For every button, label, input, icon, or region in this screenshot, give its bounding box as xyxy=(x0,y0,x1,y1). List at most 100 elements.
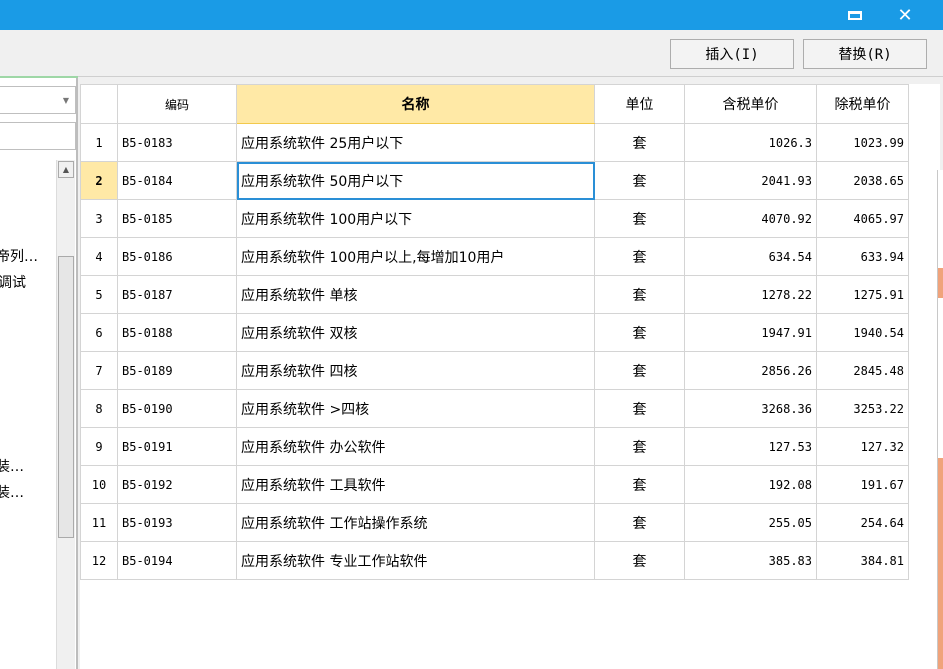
item-code-cell[interactable]: B5-0191 xyxy=(117,427,237,466)
table-row[interactable]: 5 B5-0187 应用系统软件 单核套 1278.22 1275.91 xyxy=(80,275,909,314)
tax-inclusive-price-cell[interactable]: 192.08 xyxy=(684,465,817,504)
tax-exclusive-price-cell[interactable]: 384.81 xyxy=(816,541,909,580)
row-index-cell[interactable]: 8 xyxy=(80,389,118,428)
item-name-cell[interactable]: 应用系统软件 办公软件 xyxy=(236,427,595,466)
row-index-cell[interactable]: 2 xyxy=(80,161,118,200)
item-name-cell[interactable]: 应用系统软件 工作站操作系统 xyxy=(236,503,595,542)
row-index-cell[interactable]: 3 xyxy=(80,199,118,238)
table-row[interactable]: 1 B5-0183 应用系统软件 25用户以下套 1026.3 1023.99 xyxy=(80,123,909,162)
tax-inclusive-price-cell[interactable]: 1026.3 xyxy=(684,123,817,162)
item-code-cell[interactable]: B5-0184 xyxy=(117,161,237,200)
item-unit-cell[interactable]: 套 xyxy=(594,427,685,466)
tax-exclusive-price-cell[interactable]: 2845.48 xyxy=(816,351,909,390)
tax-inclusive-price-cell[interactable]: 1947.91 xyxy=(684,313,817,352)
item-name-cell[interactable]: 应用系统软件 专业工作站软件 xyxy=(236,541,595,580)
table-row[interactable]: 4 B5-0186 应用系统软件 100用户以上,每增加10用户套 634.54 633… xyxy=(80,237,909,276)
tax-inclusive-price-cell[interactable]: 2856.26 xyxy=(684,351,817,390)
item-code-cell[interactable]: B5-0186 xyxy=(117,237,237,276)
column-header-net-price[interactable]: 除税单价 xyxy=(816,84,909,124)
item-name-cell[interactable]: 应用系统软件 >四核 xyxy=(236,389,595,428)
row-index-cell[interactable]: 4 xyxy=(80,237,118,276)
item-name-cell[interactable]: 应用系统软件 100用户以下 xyxy=(236,199,595,238)
replace-button[interactable]: 替换(R) xyxy=(803,39,927,69)
tax-exclusive-price-cell[interactable]: 3253.22 xyxy=(816,389,909,428)
tax-inclusive-price-cell[interactable]: 2041.93 xyxy=(684,161,817,200)
item-unit-cell[interactable]: 套 xyxy=(594,275,685,314)
item-unit-cell[interactable]: 套 xyxy=(594,389,685,428)
tax-inclusive-price-cell[interactable]: 385.83 xyxy=(684,541,817,580)
table-row[interactable]: 8 B5-0190 应用系统软件 >四核套 3268.36 3253.22 xyxy=(80,389,909,428)
tree-item[interactable]: 调试 xyxy=(0,272,26,292)
tax-exclusive-price-cell[interactable]: 191.67 xyxy=(816,465,909,504)
column-header-unit[interactable]: 单位 xyxy=(594,84,685,124)
panel-splitter[interactable] xyxy=(76,78,78,669)
scroll-up-icon[interactable]: ▲ xyxy=(58,161,74,178)
tax-inclusive-price-cell[interactable]: 634.54 xyxy=(684,237,817,276)
item-unit-cell[interactable]: 套 xyxy=(594,237,685,276)
column-header-tax-price[interactable]: 含税单价 xyxy=(684,84,817,124)
item-unit-cell[interactable]: 套 xyxy=(594,541,685,580)
tax-inclusive-price-cell[interactable]: 4070.92 xyxy=(684,199,817,238)
tax-exclusive-price-cell[interactable]: 1940.54 xyxy=(816,313,909,352)
item-code-cell[interactable]: B5-0189 xyxy=(117,351,237,390)
tax-inclusive-price-cell[interactable]: 1278.22 xyxy=(684,275,817,314)
tax-inclusive-price-cell[interactable]: 127.53 xyxy=(684,427,817,466)
tax-exclusive-price-cell[interactable]: 1275.91 xyxy=(816,275,909,314)
item-name-cell[interactable]: 应用系统软件 50用户以下 xyxy=(236,161,595,200)
item-name-cell[interactable]: 应用系统软件 单核 xyxy=(236,275,595,314)
table-row[interactable]: 7 B5-0189 应用系统软件 四核套 2856.26 2845.48 xyxy=(80,351,909,390)
tax-exclusive-price-cell[interactable]: 1023.99 xyxy=(816,123,909,162)
item-unit-cell[interactable]: 套 xyxy=(594,351,685,390)
tax-exclusive-price-cell[interactable]: 127.32 xyxy=(816,427,909,466)
row-index-cell[interactable]: 1 xyxy=(80,123,118,162)
item-code-cell[interactable]: B5-0188 xyxy=(117,313,237,352)
tax-exclusive-price-cell[interactable]: 2038.65 xyxy=(816,161,909,200)
table-row[interactable]: 10 B5-0192 应用系统软件 工具软件套 192.08 191.67 xyxy=(80,465,909,504)
tax-inclusive-price-cell[interactable]: 255.05 xyxy=(684,503,817,542)
tax-exclusive-price-cell[interactable]: 633.94 xyxy=(816,237,909,276)
item-name-cell[interactable]: 应用系统软件 25用户以下 xyxy=(236,123,595,162)
close-icon[interactable]: ✕ xyxy=(890,0,920,30)
row-index-cell[interactable]: 10 xyxy=(80,465,118,504)
table-row[interactable]: 6 B5-0188 应用系统软件 双核套 1947.91 1940.54 xyxy=(80,313,909,352)
tax-exclusive-price-cell[interactable]: 4065.97 xyxy=(816,199,909,238)
item-unit-cell[interactable]: 套 xyxy=(594,313,685,352)
table-row[interactable]: 3 B5-0185 应用系统软件 100用户以下套 4070.92 4065.97 xyxy=(80,199,909,238)
item-code-cell[interactable]: B5-0193 xyxy=(117,503,237,542)
column-header-name[interactable]: 名称 xyxy=(236,84,595,124)
search-input[interactable] xyxy=(0,122,76,150)
item-code-cell[interactable]: B5-0185 xyxy=(117,199,237,238)
table-row[interactable]: 9 B5-0191 应用系统软件 办公软件套 127.53 127.32 xyxy=(80,427,909,466)
row-index-cell[interactable]: 9 xyxy=(80,427,118,466)
item-code-cell[interactable]: B5-0192 xyxy=(117,465,237,504)
item-unit-cell[interactable]: 套 xyxy=(594,465,685,504)
table-row[interactable]: 12 B5-0194 应用系统软件 专业工作站软件套 385.83 384.81 xyxy=(80,541,909,580)
row-index-cell[interactable]: 6 xyxy=(80,313,118,352)
tree-item[interactable]: 装… xyxy=(0,482,24,502)
item-code-cell[interactable]: B5-0190 xyxy=(117,389,237,428)
table-row[interactable]: 2 B5-0184 应用系统软件 50用户以下套 2041.93 2038.65 xyxy=(80,161,909,200)
chevron-down-icon[interactable]: ▼ xyxy=(63,96,69,105)
item-unit-cell[interactable]: 套 xyxy=(594,161,685,200)
item-unit-cell[interactable]: 套 xyxy=(594,199,685,238)
tree-item[interactable]: 帝列… xyxy=(0,246,38,266)
tax-inclusive-price-cell[interactable]: 3268.36 xyxy=(684,389,817,428)
row-index-cell[interactable]: 5 xyxy=(80,275,118,314)
tree-item[interactable]: 装… xyxy=(0,456,24,476)
insert-button[interactable]: 插入(I) xyxy=(670,39,794,69)
row-index-cell[interactable]: 12 xyxy=(80,541,118,580)
item-name-cell[interactable]: 应用系统软件 四核 xyxy=(236,351,595,390)
minimize-icon[interactable] xyxy=(840,0,870,30)
item-name-cell[interactable]: 应用系统软件 工具软件 xyxy=(236,465,595,504)
item-name-cell[interactable]: 应用系统软件 双核 xyxy=(236,313,595,352)
row-index-cell[interactable]: 11 xyxy=(80,503,118,542)
column-header-code[interactable]: 编码 xyxy=(117,84,237,124)
item-code-cell[interactable]: B5-0187 xyxy=(117,275,237,314)
scrollbar-thumb[interactable] xyxy=(58,256,74,538)
item-name-cell[interactable]: 应用系统软件 100用户以上,每增加10用户 xyxy=(236,237,595,276)
item-code-cell[interactable]: B5-0183 xyxy=(117,123,237,162)
tax-exclusive-price-cell[interactable]: 254.64 xyxy=(816,503,909,542)
item-unit-cell[interactable]: 套 xyxy=(594,123,685,162)
item-code-cell[interactable]: B5-0194 xyxy=(117,541,237,580)
row-index-cell[interactable]: 7 xyxy=(80,351,118,390)
